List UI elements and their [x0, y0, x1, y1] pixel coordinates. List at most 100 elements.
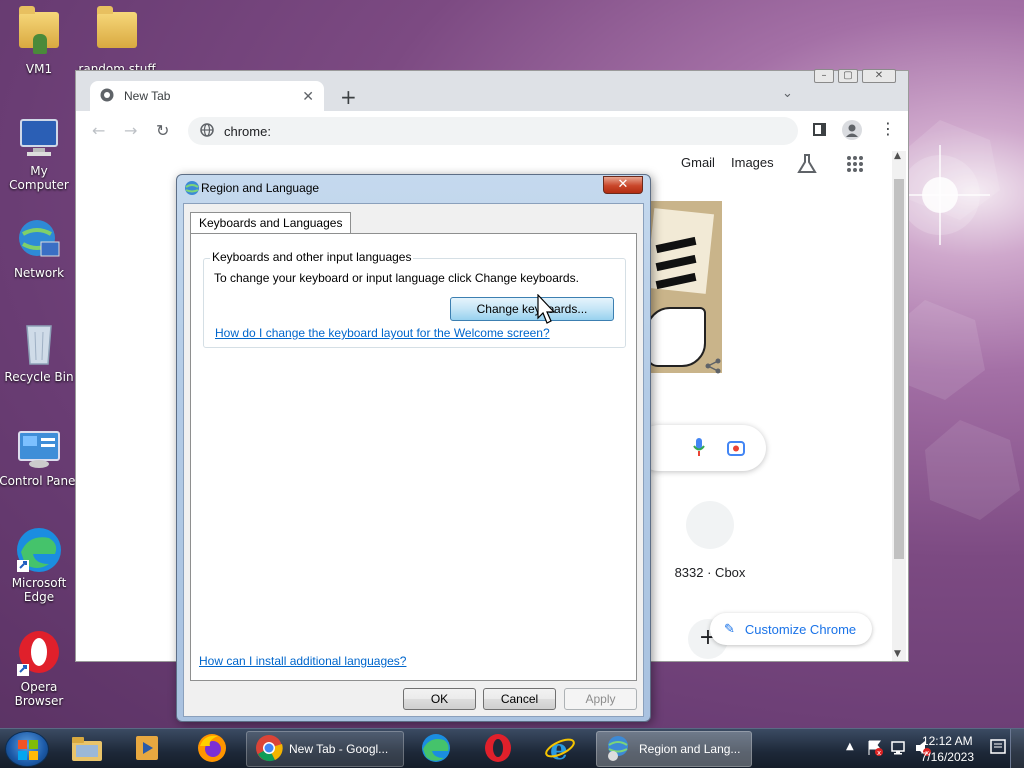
- folder-user-icon: [15, 6, 63, 60]
- install-languages-link[interactable]: How can I install additional languages?: [199, 654, 406, 668]
- taskbar-media[interactable]: [132, 731, 162, 767]
- gmail-link[interactable]: Gmail: [681, 155, 715, 170]
- start-button[interactable]: [5, 731, 49, 767]
- chrome-icon: [255, 734, 283, 765]
- tab-panel: Keyboards and other input languages To c…: [190, 233, 637, 681]
- lens-icon[interactable]: [726, 438, 746, 461]
- desktop-icon-label: Microsoft Edge: [11, 576, 67, 604]
- scroll-up-icon[interactable]: ▲: [894, 151, 901, 161]
- apps-grid-icon[interactable]: [846, 155, 864, 176]
- clock-time: 12:12 AM: [921, 734, 973, 748]
- show-desktop-button[interactable]: [1010, 729, 1024, 768]
- svg-text:e: e: [550, 733, 568, 764]
- address-bar[interactable]: chrome:: [188, 117, 798, 145]
- welcome-screen-link[interactable]: How do I change the keyboard layout for …: [215, 326, 550, 340]
- tab-keyboards-languages[interactable]: Keyboards and Languages: [190, 212, 352, 234]
- address-text: chrome:: [224, 123, 271, 139]
- tab-title: New Tab: [124, 89, 171, 103]
- control-panel-icon: [15, 424, 63, 472]
- maximize-button[interactable]: ▢: [838, 69, 858, 83]
- taskbar-region-language[interactable]: Region and Lang...: [596, 731, 752, 767]
- chrome-logo-icon: [100, 88, 114, 105]
- page-scrollbar[interactable]: ▲ ▼: [892, 151, 906, 661]
- opera-taskbar-icon: [482, 732, 514, 767]
- taskbar-ie[interactable]: e: [544, 731, 576, 767]
- customize-chrome-button[interactable]: ✎ Customize Chrome: [710, 613, 872, 645]
- desktop-icon-label: VM1: [25, 62, 53, 76]
- taskbar-firefox[interactable]: [196, 731, 228, 767]
- region-language-dialog: Region and Language ✕ Keyboards and Lang…: [176, 174, 651, 722]
- cancel-button[interactable]: Cancel: [483, 688, 556, 710]
- firefox-icon: [196, 732, 228, 767]
- share-icon[interactable]: [704, 357, 722, 378]
- new-tab-button[interactable]: +: [340, 85, 357, 109]
- shortcut-label: 8332 · Cbox: [674, 565, 746, 580]
- back-icon[interactable]: ←: [92, 121, 105, 140]
- keyboards-groupbox: Keyboards and other input languages To c…: [203, 250, 626, 348]
- labs-icon[interactable]: [796, 153, 818, 178]
- notifications-icon[interactable]: [990, 739, 1006, 760]
- change-keyboards-button[interactable]: Change keyboards...: [450, 297, 614, 321]
- network-icon: [15, 216, 63, 264]
- voice-search-icon[interactable]: [692, 437, 706, 460]
- taskbar-opera[interactable]: [482, 731, 514, 767]
- desktop-icon-edge[interactable]: Microsoft Edge: [0, 526, 79, 604]
- tab-close-icon[interactable]: ✕: [302, 88, 314, 105]
- group-description: To change your keyboard or input languag…: [214, 271, 579, 285]
- internet-explorer-icon: e: [544, 732, 576, 767]
- window-controls: – ▢ ✕: [814, 69, 896, 83]
- taskbar-region-label: Region and Lang...: [639, 742, 741, 756]
- dialog-close-button[interactable]: ✕: [603, 176, 643, 194]
- images-link[interactable]: Images: [731, 155, 774, 170]
- globe-icon: [184, 180, 200, 199]
- minimize-button[interactable]: –: [814, 69, 834, 83]
- search-box[interactable]: [636, 425, 766, 471]
- desktop-icon-recycle-bin[interactable]: Recycle Bin: [0, 320, 79, 384]
- desktop-icon-random-stuff[interactable]: random stuff: [77, 6, 157, 76]
- desktop-icon-vm1[interactable]: VM1: [0, 6, 79, 76]
- taskbar: New Tab - Googl... e Region and Lang... …: [0, 728, 1024, 768]
- media-player-icon: [132, 733, 162, 766]
- pencil-icon: ✎: [724, 621, 735, 636]
- dialog-body: Keyboards and Languages Keyboards and ot…: [183, 203, 644, 717]
- desktop-icon-my-computer[interactable]: My Computer: [0, 114, 79, 192]
- recycle-bin-icon: [15, 320, 63, 368]
- desktop-icon-label: Network: [13, 266, 65, 280]
- profile-icon[interactable]: [842, 120, 862, 140]
- taskbar-edge[interactable]: [420, 731, 452, 767]
- show-hidden-icons[interactable]: ▲: [846, 741, 854, 752]
- region-language-taskbar-icon: [605, 734, 631, 765]
- clock-date: 7/16/2023: [920, 750, 974, 764]
- network-tray-icon[interactable]: [890, 739, 908, 760]
- reload-icon[interactable]: ↻: [156, 121, 169, 140]
- edge-icon: [15, 526, 63, 574]
- desktop-icon-network[interactable]: Network: [0, 216, 79, 280]
- shortcut-tile[interactable]: 8332 · Cbox: [670, 501, 750, 580]
- system-clock[interactable]: 12:12 AM 7/16/2023: [921, 733, 974, 765]
- computer-icon: [15, 114, 63, 162]
- chrome-toolbar: ← → ↻ chrome: ⋮: [76, 111, 908, 149]
- desktop-icon-control-panel[interactable]: Control Panel: [0, 424, 79, 488]
- file-explorer-icon: [70, 733, 104, 766]
- scrollbar-thumb[interactable]: [894, 179, 904, 559]
- ok-button[interactable]: OK: [403, 688, 476, 710]
- scroll-down-icon[interactable]: ▼: [894, 649, 901, 659]
- shortcut-favicon-icon: [686, 501, 734, 549]
- group-title: Keyboards and other input languages: [210, 250, 414, 264]
- taskbar-chrome[interactable]: New Tab - Googl...: [246, 731, 404, 767]
- mouse-cursor-icon: [537, 294, 556, 324]
- apply-button[interactable]: Apply: [564, 688, 637, 710]
- desktop-icon-opera[interactable]: Opera Browser: [0, 630, 79, 708]
- close-window-button[interactable]: ✕: [862, 69, 896, 83]
- site-info-icon[interactable]: [200, 122, 214, 140]
- desktop-icon-label: Recycle Bin: [4, 370, 74, 384]
- taskbar-explorer[interactable]: [70, 731, 104, 767]
- tab-search-icon[interactable]: ⌄: [782, 86, 793, 101]
- chrome-tab-new-tab[interactable]: New Tab ✕: [90, 81, 324, 111]
- side-panel-icon[interactable]: [813, 123, 826, 136]
- menu-icon[interactable]: ⋮: [880, 119, 896, 138]
- action-center-icon[interactable]: x: [866, 739, 884, 760]
- forward-icon[interactable]: →: [124, 121, 137, 140]
- desktop-icon-label: Opera Browser: [14, 680, 64, 708]
- edge-taskbar-icon: [420, 732, 452, 767]
